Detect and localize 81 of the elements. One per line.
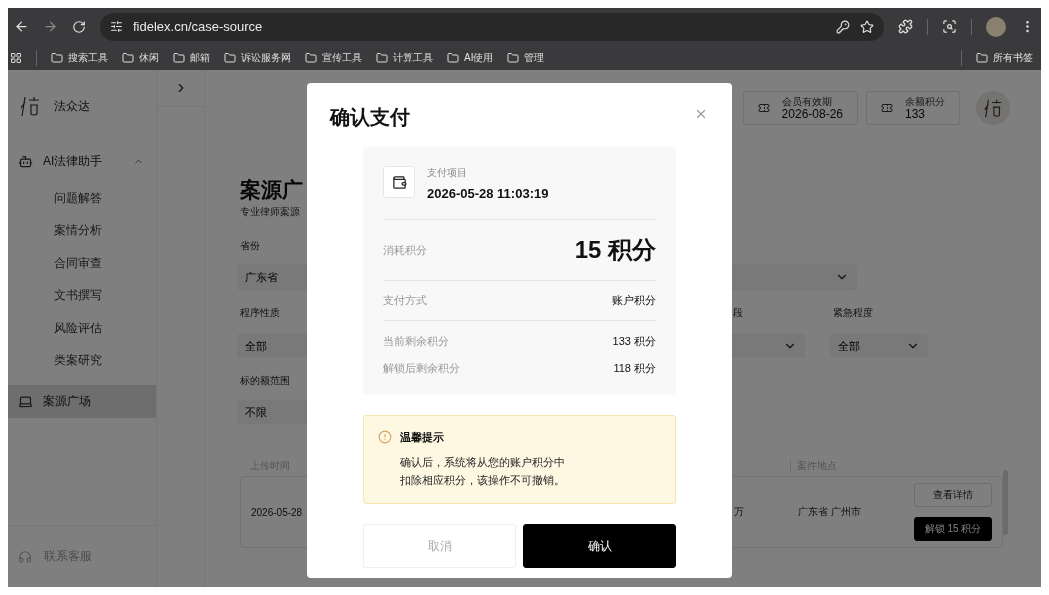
star-icon[interactable] [860,19,874,34]
field-label: 紧急程度 [833,306,873,318]
logo-drawing [18,94,42,118]
confirm-button[interactable]: 确认 [523,524,676,568]
item-label: 支付项目 [427,166,468,180]
notice-text: 确认后，系统将从您的账户积分中扣除相应积分，该操作不可撤销。 [400,455,566,488]
nav-item[interactable]: 合同审查 [8,247,156,280]
logo-drawing [982,97,1004,119]
nav-item[interactable]: 风险评估 [8,312,156,345]
folder-icon [51,51,63,64]
back-icon[interactable] [14,19,29,34]
site-settings-icon[interactable] [110,20,123,33]
select-field[interactable]: 全部 [830,334,928,358]
ticket-icon [757,102,770,114]
bookmark[interactable]: 诉讼服务网 [224,50,291,65]
all-bookmarks[interactable]: 所有书签 [976,50,1033,65]
balance-value: 133 积分 [612,334,656,349]
tab-search-icon[interactable] [942,19,957,34]
balance-value: 118 积分 [613,361,656,376]
notice-title: 温馨提示 [400,430,445,445]
dialog-title: 确认支付 [330,105,411,130]
method-value: 账户积分 [612,293,656,308]
reload-icon[interactable] [72,19,86,34]
field-label: 标的额范围 [240,374,290,386]
folder-icon [173,51,185,64]
forward-icon[interactable] [43,19,58,34]
headset-icon [18,549,32,564]
key-icon[interactable] [836,19,850,34]
method-label: 支付方式 [383,293,427,308]
nav-group[interactable]: AI法律助手 [8,148,156,174]
nav-item[interactable]: 问题解答 [8,182,156,215]
card-value: 2026-08-26 [781,106,843,121]
close-button[interactable] [694,107,708,121]
folder-icon [976,51,988,64]
table-cell-text: 2026-05-28 [251,506,304,518]
cost-value: 15 积分 [574,235,656,265]
balance-label: 当前剩余积分 [383,334,449,349]
wallet-icon [383,166,415,198]
puzzle-icon[interactable] [898,19,913,34]
card-label: 余额积分 [905,95,945,107]
folder-icon [507,51,520,64]
alert-icon [378,430,392,444]
address-bar[interactable]: fidelex.cn/case-source [100,12,884,41]
page-subtitle: 专业律师案源 [240,205,300,219]
page-title: 案源广 [240,177,303,203]
nav-item[interactable]: 文书撰写 [8,279,156,312]
field-label: 段 [733,306,743,318]
bookmark[interactable]: 搜索工具 [51,50,108,65]
details-button[interactable]: 查看详情 [914,483,992,507]
bookmark[interactable]: 邮箱 [173,50,210,65]
folder-icon [447,51,459,64]
folder-icon [305,51,317,64]
ticket-icon [881,102,893,114]
nav-item[interactable]: 案情分析 [8,214,156,247]
bookmark[interactable]: 休闲 [122,50,159,65]
folder-icon [224,51,236,64]
brand-name: 法众达 [54,97,90,115]
card-value: 133 [905,106,926,121]
laptop-icon [18,394,33,409]
balance-label: 解锁后剩余积分 [383,361,460,376]
unlock-button[interactable]: 解锁 15 积分 [914,517,992,541]
bookmark[interactable]: 宣传工具 [305,50,362,65]
apps-icon[interactable] [10,51,22,64]
profile-avatar[interactable] [986,16,1006,37]
robot-icon [18,153,33,169]
table-cell-text: 万 [734,505,745,519]
field-label: 省份 [240,239,260,251]
card-label: 会员有效期 [781,95,833,107]
bookmark[interactable]: 管理 [507,50,545,65]
bookmark[interactable]: AI使用 [447,50,494,65]
bookmark[interactable]: 计算工具 [376,50,433,65]
user-avatar[interactable] [976,91,1010,125]
cost-label: 消耗积分 [383,242,427,258]
nav-item[interactable]: 类案研究 [8,344,156,377]
item-value: 2026-05-28 11:03:19 [427,186,549,201]
nav-item[interactable]: 案源广场 [8,385,156,418]
folder-icon [122,51,134,64]
url-text: fidelex.cn/case-source [133,19,264,34]
table-cell-text: 广东省 广州市 [798,505,862,519]
folder-icon [376,51,388,64]
field-label: 程序性质 [240,306,280,318]
